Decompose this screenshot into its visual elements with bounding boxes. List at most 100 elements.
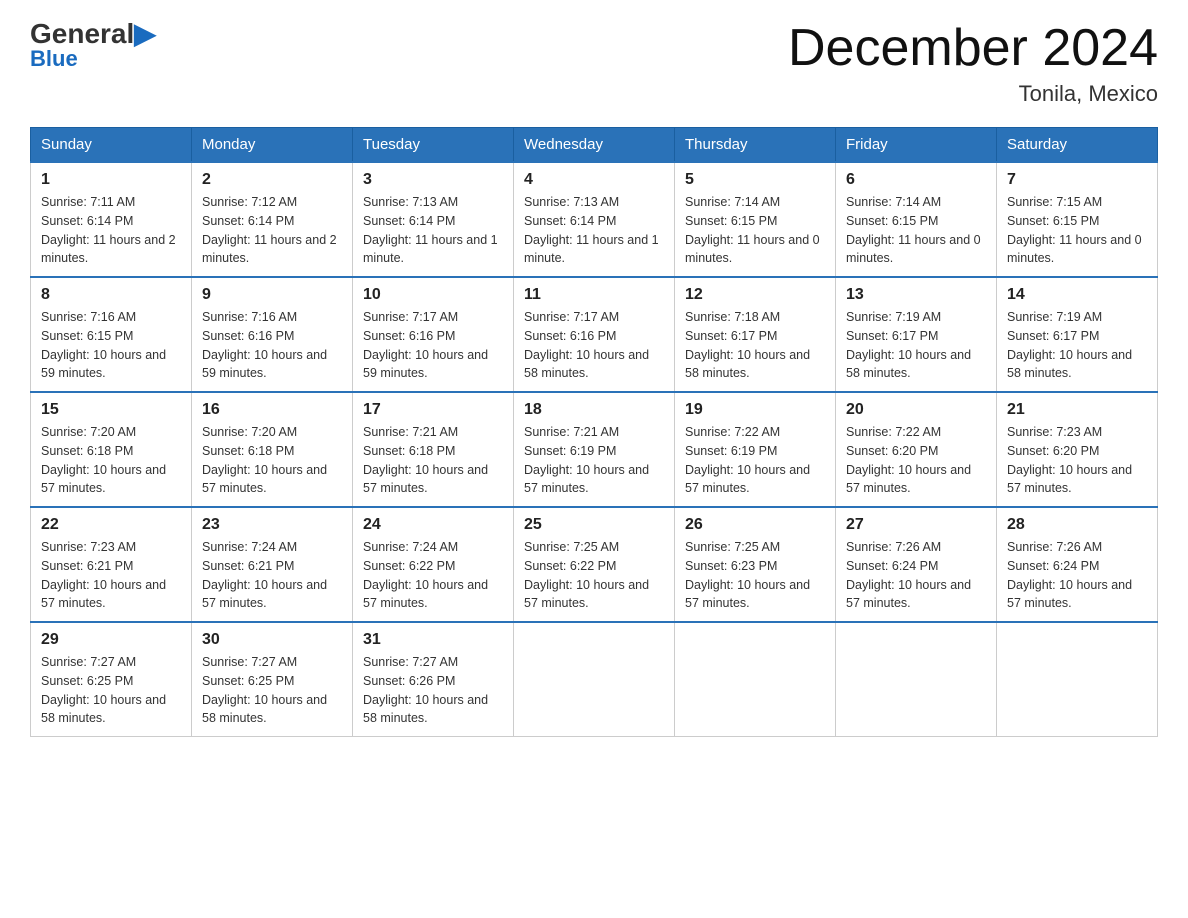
day-info: Sunrise: 7:16 AM Sunset: 6:16 PM Dayligh… (202, 308, 342, 383)
day-number: 14 (1007, 286, 1147, 304)
calendar-week-5: 29 Sunrise: 7:27 AM Sunset: 6:25 PM Dayl… (31, 622, 1158, 737)
day-info: Sunrise: 7:27 AM Sunset: 6:25 PM Dayligh… (202, 653, 342, 728)
day-number: 6 (846, 171, 986, 189)
calendar-week-2: 8 Sunrise: 7:16 AM Sunset: 6:15 PM Dayli… (31, 277, 1158, 392)
day-number: 28 (1007, 516, 1147, 534)
day-number: 2 (202, 171, 342, 189)
day-info: Sunrise: 7:11 AM Sunset: 6:14 PM Dayligh… (41, 193, 181, 268)
table-row: 30 Sunrise: 7:27 AM Sunset: 6:25 PM Dayl… (192, 622, 353, 737)
day-info: Sunrise: 7:26 AM Sunset: 6:24 PM Dayligh… (1007, 538, 1147, 613)
day-info: Sunrise: 7:18 AM Sunset: 6:17 PM Dayligh… (685, 308, 825, 383)
day-info: Sunrise: 7:26 AM Sunset: 6:24 PM Dayligh… (846, 538, 986, 613)
table-row: 22 Sunrise: 7:23 AM Sunset: 6:21 PM Dayl… (31, 507, 192, 622)
table-row: 5 Sunrise: 7:14 AM Sunset: 6:15 PM Dayli… (675, 162, 836, 277)
table-row (836, 622, 997, 737)
table-row: 12 Sunrise: 7:18 AM Sunset: 6:17 PM Dayl… (675, 277, 836, 392)
table-row: 7 Sunrise: 7:15 AM Sunset: 6:15 PM Dayli… (997, 162, 1158, 277)
calendar-week-4: 22 Sunrise: 7:23 AM Sunset: 6:21 PM Dayl… (31, 507, 1158, 622)
day-number: 8 (41, 286, 181, 304)
page-header: General▶ Blue December 2024 Tonila, Mexi… (30, 20, 1158, 107)
day-info: Sunrise: 7:16 AM Sunset: 6:15 PM Dayligh… (41, 308, 181, 383)
logo-blue-text: Blue (30, 46, 78, 72)
col-thursday: Thursday (675, 128, 836, 163)
day-info: Sunrise: 7:25 AM Sunset: 6:23 PM Dayligh… (685, 538, 825, 613)
day-number: 29 (41, 631, 181, 649)
day-info: Sunrise: 7:17 AM Sunset: 6:16 PM Dayligh… (363, 308, 503, 383)
table-row: 27 Sunrise: 7:26 AM Sunset: 6:24 PM Dayl… (836, 507, 997, 622)
table-row: 16 Sunrise: 7:20 AM Sunset: 6:18 PM Dayl… (192, 392, 353, 507)
day-number: 15 (41, 401, 181, 419)
table-row: 19 Sunrise: 7:22 AM Sunset: 6:19 PM Dayl… (675, 392, 836, 507)
title-block: December 2024 Tonila, Mexico (788, 20, 1158, 107)
table-row: 18 Sunrise: 7:21 AM Sunset: 6:19 PM Dayl… (514, 392, 675, 507)
table-row: 17 Sunrise: 7:21 AM Sunset: 6:18 PM Dayl… (353, 392, 514, 507)
day-number: 26 (685, 516, 825, 534)
day-info: Sunrise: 7:25 AM Sunset: 6:22 PM Dayligh… (524, 538, 664, 613)
day-info: Sunrise: 7:21 AM Sunset: 6:19 PM Dayligh… (524, 423, 664, 498)
day-number: 11 (524, 286, 664, 304)
day-number: 7 (1007, 171, 1147, 189)
table-row: 9 Sunrise: 7:16 AM Sunset: 6:16 PM Dayli… (192, 277, 353, 392)
table-row: 14 Sunrise: 7:19 AM Sunset: 6:17 PM Dayl… (997, 277, 1158, 392)
table-row (514, 622, 675, 737)
page-title: December 2024 (788, 20, 1158, 77)
col-sunday: Sunday (31, 128, 192, 163)
day-info: Sunrise: 7:22 AM Sunset: 6:19 PM Dayligh… (685, 423, 825, 498)
day-info: Sunrise: 7:15 AM Sunset: 6:15 PM Dayligh… (1007, 193, 1147, 268)
day-number: 16 (202, 401, 342, 419)
table-row: 6 Sunrise: 7:14 AM Sunset: 6:15 PM Dayli… (836, 162, 997, 277)
day-number: 17 (363, 401, 503, 419)
logo: General▶ Blue (30, 20, 156, 72)
page-subtitle: Tonila, Mexico (788, 81, 1158, 107)
table-row: 4 Sunrise: 7:13 AM Sunset: 6:14 PM Dayli… (514, 162, 675, 277)
day-info: Sunrise: 7:23 AM Sunset: 6:20 PM Dayligh… (1007, 423, 1147, 498)
table-row: 2 Sunrise: 7:12 AM Sunset: 6:14 PM Dayli… (192, 162, 353, 277)
day-info: Sunrise: 7:20 AM Sunset: 6:18 PM Dayligh… (41, 423, 181, 498)
day-number: 3 (363, 171, 503, 189)
day-info: Sunrise: 7:14 AM Sunset: 6:15 PM Dayligh… (846, 193, 986, 268)
day-info: Sunrise: 7:21 AM Sunset: 6:18 PM Dayligh… (363, 423, 503, 498)
day-info: Sunrise: 7:20 AM Sunset: 6:18 PM Dayligh… (202, 423, 342, 498)
day-number: 24 (363, 516, 503, 534)
col-friday: Friday (836, 128, 997, 163)
day-number: 31 (363, 631, 503, 649)
table-row: 13 Sunrise: 7:19 AM Sunset: 6:17 PM Dayl… (836, 277, 997, 392)
table-row: 29 Sunrise: 7:27 AM Sunset: 6:25 PM Dayl… (31, 622, 192, 737)
day-info: Sunrise: 7:27 AM Sunset: 6:25 PM Dayligh… (41, 653, 181, 728)
table-row: 11 Sunrise: 7:17 AM Sunset: 6:16 PM Dayl… (514, 277, 675, 392)
day-info: Sunrise: 7:12 AM Sunset: 6:14 PM Dayligh… (202, 193, 342, 268)
day-info: Sunrise: 7:17 AM Sunset: 6:16 PM Dayligh… (524, 308, 664, 383)
day-number: 27 (846, 516, 986, 534)
table-row (675, 622, 836, 737)
day-number: 13 (846, 286, 986, 304)
table-row: 26 Sunrise: 7:25 AM Sunset: 6:23 PM Dayl… (675, 507, 836, 622)
col-saturday: Saturday (997, 128, 1158, 163)
day-number: 1 (41, 171, 181, 189)
day-number: 10 (363, 286, 503, 304)
day-number: 5 (685, 171, 825, 189)
calendar-week-3: 15 Sunrise: 7:20 AM Sunset: 6:18 PM Dayl… (31, 392, 1158, 507)
table-row: 20 Sunrise: 7:22 AM Sunset: 6:20 PM Dayl… (836, 392, 997, 507)
table-row: 24 Sunrise: 7:24 AM Sunset: 6:22 PM Dayl… (353, 507, 514, 622)
day-number: 23 (202, 516, 342, 534)
day-info: Sunrise: 7:24 AM Sunset: 6:22 PM Dayligh… (363, 538, 503, 613)
day-number: 30 (202, 631, 342, 649)
day-info: Sunrise: 7:19 AM Sunset: 6:17 PM Dayligh… (846, 308, 986, 383)
table-row: 28 Sunrise: 7:26 AM Sunset: 6:24 PM Dayl… (997, 507, 1158, 622)
col-wednesday: Wednesday (514, 128, 675, 163)
day-info: Sunrise: 7:27 AM Sunset: 6:26 PM Dayligh… (363, 653, 503, 728)
day-number: 21 (1007, 401, 1147, 419)
day-number: 25 (524, 516, 664, 534)
day-info: Sunrise: 7:22 AM Sunset: 6:20 PM Dayligh… (846, 423, 986, 498)
day-info: Sunrise: 7:14 AM Sunset: 6:15 PM Dayligh… (685, 193, 825, 268)
day-number: 4 (524, 171, 664, 189)
day-number: 19 (685, 401, 825, 419)
day-number: 12 (685, 286, 825, 304)
calendar-table: Sunday Monday Tuesday Wednesday Thursday… (30, 127, 1158, 737)
table-row: 10 Sunrise: 7:17 AM Sunset: 6:16 PM Dayl… (353, 277, 514, 392)
col-tuesday: Tuesday (353, 128, 514, 163)
day-number: 9 (202, 286, 342, 304)
table-row: 31 Sunrise: 7:27 AM Sunset: 6:26 PM Dayl… (353, 622, 514, 737)
logo-text: General▶ (30, 20, 156, 48)
table-row: 15 Sunrise: 7:20 AM Sunset: 6:18 PM Dayl… (31, 392, 192, 507)
